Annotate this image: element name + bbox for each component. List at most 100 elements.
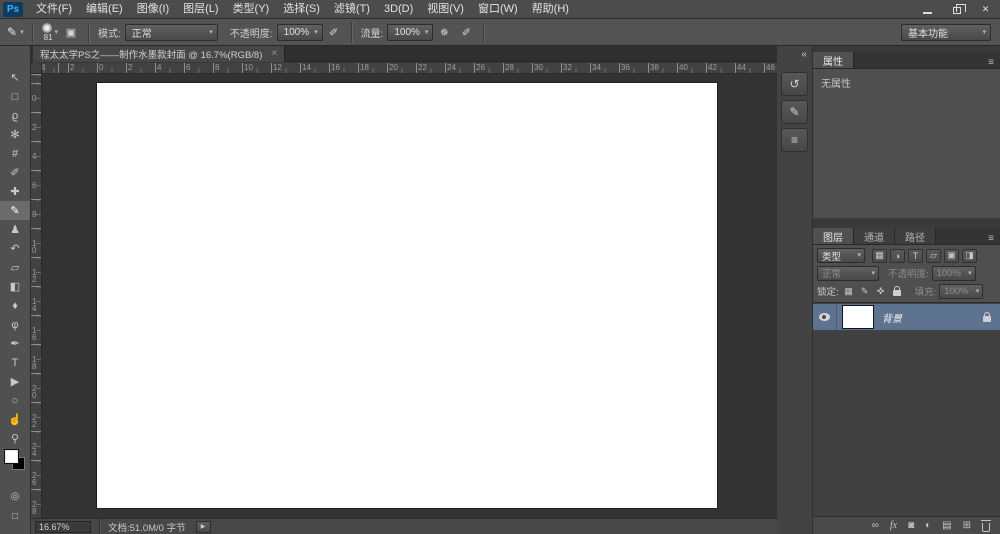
path-selection-tool[interactable]: ▶ xyxy=(0,372,30,391)
panel-menu-icon[interactable]: ≡ xyxy=(982,57,1000,68)
hand-tool[interactable]: ☝ xyxy=(0,410,30,429)
move-tool[interactable]: ↖ xyxy=(0,68,30,87)
new-layer-icon[interactable]: ⊞ xyxy=(963,520,971,531)
vruler-label: 0 xyxy=(32,94,37,103)
tab-paths[interactable]: 路径 xyxy=(895,228,936,244)
layer-visibility-toggle[interactable] xyxy=(813,304,837,330)
ellipse-tool[interactable]: ○ xyxy=(0,391,30,410)
menu-item-10[interactable]: 窗口(W) xyxy=(471,0,525,18)
pen-tool[interactable]: ✒ xyxy=(0,334,30,353)
menu-item-9[interactable]: 视图(V) xyxy=(420,0,471,18)
document-tab[interactable]: 程太太学PS之——制作水墨款封面 @ 16.7%(RGB/8) × xyxy=(33,46,286,62)
flow-select[interactable]: 100% ▾ xyxy=(387,23,434,41)
zoom-tool[interactable]: ⚲ xyxy=(0,429,30,448)
menu-item-11[interactable]: 帮助(H) xyxy=(525,0,576,18)
current-tool-icon: ✎ xyxy=(7,25,18,39)
window-restore-button[interactable] xyxy=(942,0,971,19)
pressure-size-button[interactable]: ✐ xyxy=(455,22,477,42)
screen-mode-icon[interactable]: □ xyxy=(0,506,30,526)
chevron-down-icon: ▾ xyxy=(975,287,980,295)
crop-tool[interactable]: # xyxy=(0,144,30,163)
menu-item-1[interactable]: 文件(F) xyxy=(29,0,79,18)
history-panel-icon[interactable]: ↺ xyxy=(781,72,808,96)
eraser-tool[interactable]: ▱ xyxy=(0,258,30,277)
menu-item-2[interactable]: 编辑(E) xyxy=(79,0,130,18)
layer-blend-mode-select[interactable]: 正常 ▾ xyxy=(817,265,879,281)
foreground-color-swatch[interactable] xyxy=(4,449,19,464)
tab-properties[interactable]: 属性 xyxy=(813,52,854,68)
expand-panels-icon[interactable]: « xyxy=(801,50,807,60)
flow-label: 流量: xyxy=(360,28,384,40)
toggle-brush-panel-button[interactable]: ▣ xyxy=(60,22,82,42)
dodge-tool[interactable]: φ xyxy=(0,315,30,334)
menu-item-3[interactable]: 图像(I) xyxy=(130,0,176,18)
filter-adjustment-layers-icon[interactable]: ◑ xyxy=(890,248,905,263)
zoom-level-field[interactable]: 16.67% xyxy=(35,520,91,533)
blend-mode-select[interactable]: 正常 ▾ xyxy=(124,23,218,41)
chevron-down-icon: ▾ xyxy=(54,29,58,36)
brush-preset-picker[interactable]: 81 ▾ xyxy=(42,22,58,42)
close-icon[interactable]: × xyxy=(271,49,277,59)
layer-opacity-select[interactable]: 100% ▾ xyxy=(931,265,976,281)
layer-mask-icon[interactable]: ◙ xyxy=(908,520,914,531)
filter-switch-icon[interactable]: ◨ xyxy=(962,248,977,263)
delete-layer-icon[interactable] xyxy=(981,519,991,532)
blur-tool[interactable]: ♦ xyxy=(0,296,30,315)
tab-layers[interactable]: 图层 xyxy=(813,228,854,244)
layer-fill-select[interactable]: 100% ▾ xyxy=(939,283,984,299)
menu-item-6[interactable]: 选择(S) xyxy=(276,0,327,18)
status-options-button[interactable]: ▶ xyxy=(195,520,211,533)
lasso-tool[interactable]: ϱ xyxy=(0,106,30,125)
filter-pixel-layers-icon[interactable]: ▦ xyxy=(872,248,887,263)
brush-tool[interactable]: ✎ xyxy=(0,201,30,220)
lock-pixels-icon[interactable]: ✎ xyxy=(858,285,872,298)
workspace-switcher[interactable]: 基本功能 ▾ xyxy=(901,23,991,41)
link-layers-icon[interactable]: ∞ xyxy=(872,520,879,531)
menu-item-8[interactable]: 3D(D) xyxy=(377,0,420,18)
window-minimize-button[interactable] xyxy=(913,0,942,19)
brush-size-value: 81 xyxy=(43,32,53,42)
pressure-opacity-button[interactable]: ✐ xyxy=(323,22,345,42)
canvas[interactable] xyxy=(97,83,717,508)
layer-name: 背景 xyxy=(882,313,902,325)
vruler-label: 2 xyxy=(32,123,37,132)
quick-mask-icon[interactable]: ◎ xyxy=(0,486,30,506)
separator xyxy=(350,21,353,43)
layer-row-background[interactable]: 背景 xyxy=(813,304,1000,330)
layer-effects-icon[interactable]: fx xyxy=(890,520,897,531)
gradient-tool[interactable]: ◧ xyxy=(0,277,30,296)
filter-shape-layers-icon[interactable]: ▱ xyxy=(926,248,941,263)
lock-transparency-icon[interactable]: ▦ xyxy=(842,285,856,298)
menu-item-5[interactable]: 类型(Y) xyxy=(226,0,277,18)
tab-channels[interactable]: 通道 xyxy=(854,228,895,244)
history-brush-tool[interactable]: ↶ xyxy=(0,239,30,258)
rectangular-marquee-tool[interactable]: □ xyxy=(0,87,30,106)
window-close-button[interactable]: ✕ xyxy=(971,0,1000,19)
airbrush-button[interactable]: ✵ xyxy=(433,22,455,42)
separator xyxy=(483,21,486,43)
panel-menu-icon[interactable]: ≡ xyxy=(982,233,1000,244)
tool-preset-picker[interactable]: ✎ ▾ xyxy=(5,25,26,39)
layer-thumbnail[interactable] xyxy=(842,305,874,329)
mode-label: 模式: xyxy=(98,28,121,40)
eyedropper-tool[interactable]: ✐ xyxy=(0,163,30,182)
lock-all-icon[interactable] xyxy=(890,285,904,298)
healing-brush-tool[interactable]: ✚ xyxy=(0,182,30,201)
menu-item-4[interactable]: 图层(L) xyxy=(176,0,225,18)
adjustment-layer-icon[interactable]: ◐ xyxy=(925,520,931,531)
menu-item-7[interactable]: 滤镜(T) xyxy=(327,0,377,18)
vruler-label: 18 xyxy=(32,355,37,371)
brush-presets-panel-icon[interactable]: ✎ xyxy=(781,100,808,124)
opacity-select[interactable]: 100% ▾ xyxy=(276,23,323,41)
separator xyxy=(99,518,100,534)
vruler-label: 14 xyxy=(32,297,37,313)
filter-type-layers-icon[interactable]: T xyxy=(908,248,923,263)
clone-source-panel-icon[interactable]: ≡ xyxy=(781,128,808,152)
clone-stamp-tool[interactable]: ♟ xyxy=(0,220,30,239)
layer-group-icon[interactable]: ▤ xyxy=(942,520,951,531)
type-tool[interactable]: T xyxy=(0,353,30,372)
lock-position-icon[interactable]: ✜ xyxy=(874,285,888,298)
quick-selection-tool[interactable]: ✻ xyxy=(0,125,30,144)
layer-filter-select[interactable]: 类型 ▾ xyxy=(817,248,865,264)
filter-smart-objects-icon[interactable]: ▣ xyxy=(944,248,959,263)
